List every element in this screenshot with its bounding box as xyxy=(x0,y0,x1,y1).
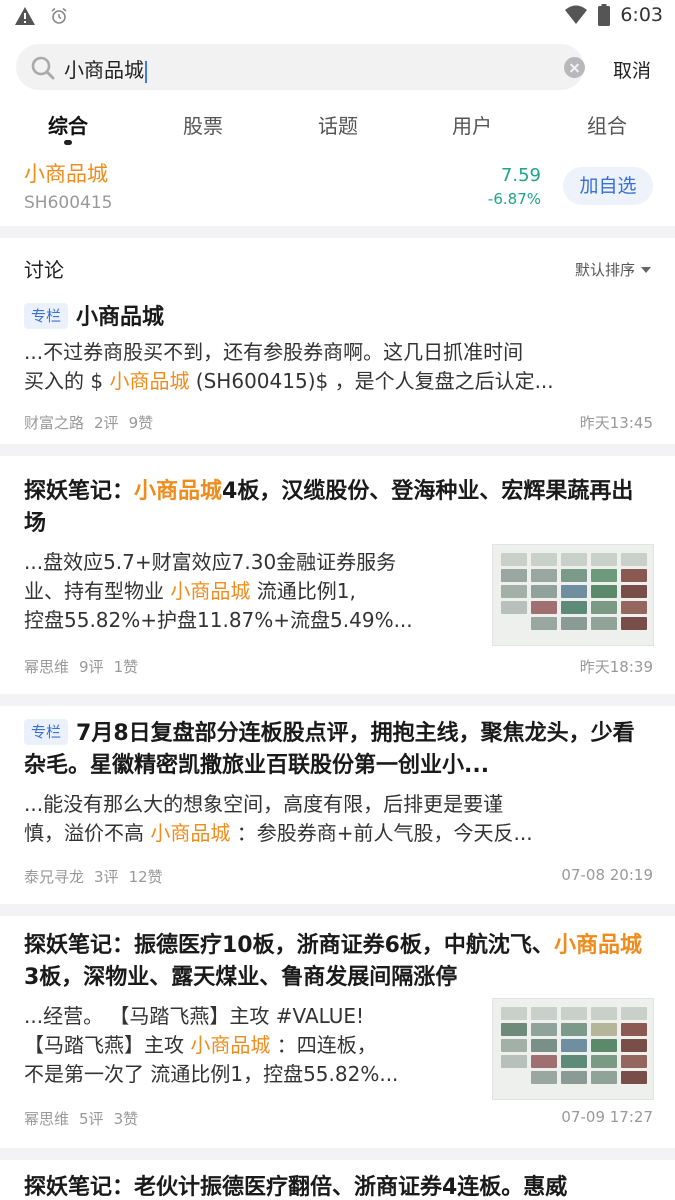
discussion-title: 讨论 xyxy=(24,258,64,282)
post-item[interactable]: 探妖笔记：小商品城4板，汉缆股份、登海种业、宏辉果蔬再出场 ...盘效应5.7+… xyxy=(0,456,675,694)
post-meta: 财富之路 2评 9赞 xyxy=(24,412,163,433)
post-author[interactable]: 泰兄寻龙 xyxy=(24,868,84,886)
post-comments: 2评 xyxy=(94,414,119,432)
post-author[interactable]: 幂思维 xyxy=(24,658,69,676)
post-title: 探妖笔记：老伙计振德医疗翻倍、浙商证券4连板。惠威 xyxy=(24,1175,568,1200)
chevron-down-icon xyxy=(641,266,651,273)
sort-dropdown[interactable]: 默认排序 xyxy=(575,259,651,280)
add-watchlist-button[interactable]: 加自选 xyxy=(563,167,653,205)
post-meta: 泰兄寻龙 3评 12赞 xyxy=(24,866,173,887)
stock-change: -6.87% xyxy=(487,190,541,208)
text-caret xyxy=(145,60,147,83)
post-title-text: 小商品城 xyxy=(76,305,165,330)
highlight-keyword[interactable]: 小商品城 xyxy=(109,369,189,393)
post-thumbnail[interactable] xyxy=(492,544,654,646)
post-item[interactable]: 探妖笔记：振德医疗10板，浙商证券6板，中航沈飞、小商品城3板，深物业、露天煤业… xyxy=(0,916,675,1148)
post-comments: 3评 xyxy=(94,868,119,886)
post-meta: 幂思维 9评 1赞 xyxy=(24,656,148,677)
post-likes: 9赞 xyxy=(128,414,154,432)
post-excerpt: ...经营。 【马踏飞燕】主攻 #VALUE! 【马踏飞燕】主攻 小商品城 ：四… xyxy=(24,1004,399,1086)
tab-topics[interactable]: 话题 xyxy=(318,110,358,139)
tab-stocks[interactable]: 股票 xyxy=(183,110,223,139)
post-item[interactable]: 专栏 小商品城 ...不过券商股买不到，还有参股券商啊。这几日抓准时间 买入的 $… xyxy=(0,294,675,444)
clear-search-icon[interactable] xyxy=(564,57,585,78)
stock-name: 小商品城 xyxy=(24,162,108,186)
post-time: 07-08 20:19 xyxy=(561,866,653,884)
post-thumbnail[interactable] xyxy=(492,998,654,1100)
post-item[interactable]: 探妖笔记：老伙计振德医疗翻倍、浙商证券4连板。惠威 xyxy=(0,1160,675,1200)
stock-code: SH600415 xyxy=(24,193,113,213)
search-row: 小商品城 取消 xyxy=(0,44,675,92)
post-divider xyxy=(0,904,675,916)
sort-label: 默认排序 xyxy=(574,261,635,279)
warning-icon xyxy=(15,7,35,25)
post-divider xyxy=(0,1148,675,1160)
post-time: 07-09 17:27 xyxy=(561,1108,653,1126)
search-input[interactable]: 小商品城 xyxy=(64,54,147,83)
post-excerpt: ...不过券商股买不到，还有参股券商啊。这几日抓准时间 买入的 $ 小商品城 (… xyxy=(24,340,554,393)
highlight-keyword: 小商品城 xyxy=(134,479,223,504)
post-item[interactable]: 专栏 7月8日复盘部分连板股点评，拥抱主线，聚焦龙头，少看杂毛。星徽精密凯撒旅业百… xyxy=(0,706,675,904)
post-likes: 3赞 xyxy=(113,1110,139,1128)
post-time: 昨天18:39 xyxy=(579,658,653,676)
post-comments: 5评 xyxy=(79,1110,104,1128)
post-title: 专栏 7月8日复盘部分连板股点评，拥抱主线，聚焦龙头，少看杂毛。星徽精密凯撒旅业百… xyxy=(24,718,645,782)
post-divider xyxy=(0,694,675,706)
post-divider xyxy=(0,444,675,456)
tab-portfolios[interactable]: 组合 xyxy=(587,110,627,139)
alarm-icon xyxy=(51,7,67,24)
tab-users[interactable]: 用户 xyxy=(452,110,492,139)
highlight-keyword: 小商品城 xyxy=(553,933,642,958)
highlight-keyword[interactable]: 小商品城 xyxy=(190,1033,270,1057)
active-tab-indicator xyxy=(64,140,72,145)
wifi-icon xyxy=(565,5,588,24)
stock-result-row[interactable]: 小商品城 SH600415 7.59 -6.87% 加自选 xyxy=(0,150,675,226)
post-author[interactable]: 幂思维 xyxy=(24,1110,69,1128)
status-bar: 6:03 xyxy=(0,0,675,36)
search-box[interactable]: 小商品城 xyxy=(16,44,585,90)
post-title: 探妖笔记：振德医疗10板，浙商证券6板，中航沈飞、小商品城3板，深物业、露天煤业… xyxy=(24,933,642,990)
post-likes: 1赞 xyxy=(113,658,139,676)
battery-icon xyxy=(598,4,611,26)
discussion-header: 讨论 默认排序 xyxy=(0,238,675,294)
search-query: 小商品城 xyxy=(64,58,144,82)
cancel-button[interactable]: 取消 xyxy=(613,56,651,83)
post-meta: 幂思维 5评 3赞 xyxy=(24,1108,148,1129)
column-badge: 专栏 xyxy=(24,719,69,745)
search-icon xyxy=(31,56,55,80)
post-author[interactable]: 财富之路 xyxy=(24,414,84,432)
highlight-keyword[interactable]: 小商品城 xyxy=(170,579,250,603)
post-title-text: 7月8日复盘部分连板股点评，拥抱主线，聚焦龙头，少看杂毛。星徽精密凯撒旅业百联股… xyxy=(24,721,635,778)
post-comments: 9评 xyxy=(79,658,104,676)
tab-comprehensive[interactable]: 综合 xyxy=(48,110,88,139)
post-likes: 12赞 xyxy=(128,868,163,886)
post-title: 专栏 小商品城 xyxy=(24,302,645,334)
post-time: 昨天13:45 xyxy=(579,414,653,432)
post-excerpt: ...能没有那么大的想象空间，高度有限，后排更是要谨 慎，溢价不高 小商品城 ：… xyxy=(24,792,533,845)
section-divider xyxy=(0,226,675,238)
status-time: 6:03 xyxy=(620,4,663,26)
column-badge: 专栏 xyxy=(24,303,69,329)
post-title: 探妖笔记：小商品城4板，汉缆股份、登海种业、宏辉果蔬再出场 xyxy=(24,479,634,536)
highlight-keyword[interactable]: 小商品城 xyxy=(150,821,230,845)
post-excerpt: ...盘效应5.7+财富效应7.30金融证券服务 业、持有型物业 小商品城 流通… xyxy=(24,550,413,632)
search-tabs: 综合 股票 话题 用户 组合 xyxy=(0,104,675,148)
stock-price: 7.59 xyxy=(500,165,541,186)
